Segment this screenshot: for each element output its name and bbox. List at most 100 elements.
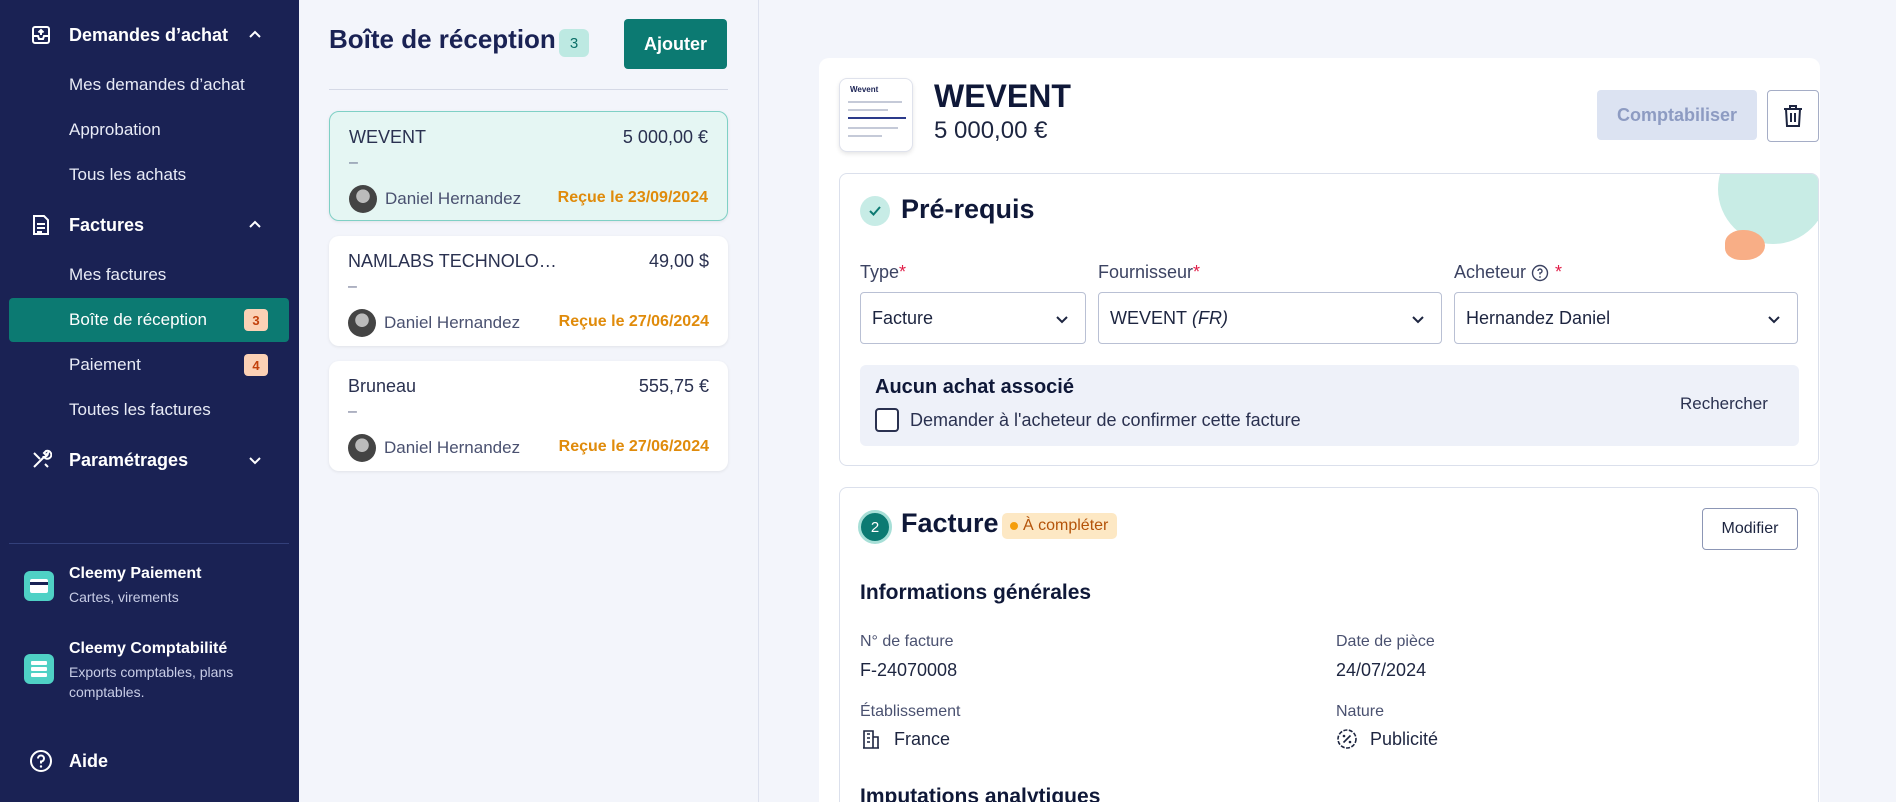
thumbnail-line — [848, 135, 882, 137]
received-status: Reçue le 27/06/2024 — [558, 313, 709, 330]
invoice-number-label: N° de facture — [860, 633, 954, 650]
invoice-card[interactable]: WEVENT 5 000,00 € – Daniel Hernandez Reç… — [329, 111, 728, 221]
product-title: Cleemy Comptabilité — [69, 640, 228, 657]
divider — [329, 89, 728, 90]
sidebar-item-all-invoices[interactable]: Toutes les factures — [9, 388, 289, 432]
invoice-amount: 5 000,00 € — [622, 127, 708, 147]
chevron-up-icon — [249, 30, 261, 38]
entity-value: France — [860, 728, 950, 750]
help-link[interactable]: Aide — [0, 739, 299, 783]
step-number: 2 — [858, 510, 892, 544]
info-icon[interactable] — [1531, 264, 1549, 282]
thumbnail-line — [848, 109, 888, 111]
nav-section-label: Demandes d’achat — [69, 24, 229, 45]
sidebar-item-label: Approbation — [69, 120, 161, 139]
trash-icon — [1784, 105, 1802, 127]
delete-button[interactable] — [1767, 90, 1819, 142]
sidebar-item-inbox[interactable]: Boîte de réception 3 — [9, 298, 289, 342]
sidebar: Demandes d’achat Mes demandes d’achat Ap… — [0, 0, 299, 802]
supplier-name: Bruneau — [348, 376, 417, 396]
status-badge: À compléter — [1002, 513, 1118, 539]
invoice-total: 5 000,00 € — [934, 117, 1048, 144]
invoice-section: 2 Facture À compléter Modifier Informati… — [839, 487, 1819, 802]
document-date-label: Date de pièce — [1336, 633, 1435, 650]
nav-section-settings[interactable]: Paramétrages — [0, 438, 299, 482]
nav-section-invoices[interactable]: Factures — [0, 203, 299, 247]
thumbnail-line — [848, 127, 898, 129]
post-button[interactable]: Comptabiliser — [1597, 90, 1757, 140]
document-thumbnail[interactable]: Wevent — [839, 78, 913, 152]
type-select[interactable]: Facture — [860, 292, 1086, 344]
decorative-shape — [1725, 230, 1765, 260]
help-label: Aide — [69, 750, 109, 771]
search-purchase-button[interactable]: Rechercher — [1680, 394, 1768, 414]
entity-label: Établissement — [860, 703, 961, 720]
buyer-value: Hernandez Daniel — [1466, 307, 1611, 328]
count-badge: 3 — [244, 309, 268, 331]
sidebar-item-my-invoices[interactable]: Mes factures — [9, 253, 289, 297]
status-dot — [1010, 522, 1018, 530]
user-name: Daniel Hernandez — [384, 438, 521, 457]
chevron-down-icon — [1768, 316, 1780, 324]
sidebar-divider — [9, 543, 289, 544]
invoice-amount: 49,00 $ — [648, 251, 709, 271]
inbox-panel: Boîte de réception 3 Ajouter WEVENT 5 00… — [299, 0, 759, 802]
sidebar-item-payment[interactable]: Paiement 4 — [9, 343, 289, 387]
invoice-reference: – — [348, 403, 357, 420]
sidebar-item-approval[interactable]: Approbation — [9, 108, 289, 152]
user-name: Daniel Hernandez — [384, 313, 521, 332]
invoice-detail-panel: Wevent WEVENT 5 000,00 € Comptabiliser P… — [819, 58, 1820, 802]
tools-icon — [29, 448, 53, 472]
nav-section-label: Factures — [69, 214, 145, 235]
buyer-label: Acheteur * — [1454, 262, 1563, 282]
supplier-select[interactable]: WEVENT (FR) — [1098, 292, 1442, 344]
section-title: Pré-requis — [901, 194, 1035, 224]
invoice-card[interactable]: NAMLABS TECHNOLOGIES 49,00 $ – Daniel He… — [329, 236, 728, 346]
chevron-down-icon — [1056, 316, 1068, 324]
user-name: Daniel Hernandez — [385, 189, 522, 208]
supplier-name: NAMLABS TECHNOLOGIES — [348, 251, 558, 271]
no-purchase-title: Aucun achat associé — [875, 376, 1074, 398]
sidebar-item-label: Boîte de réception — [69, 310, 207, 329]
analytics-heading: Imputations analytiques — [860, 785, 1101, 802]
supplier-country: (FR) — [1192, 307, 1229, 328]
buyer-select[interactable]: Hernandez Daniel — [1454, 292, 1798, 344]
product-title: Cleemy Paiement — [69, 565, 202, 582]
confirm-checkbox[interactable] — [875, 408, 899, 432]
invoice-amount: 555,75 € — [638, 376, 709, 396]
supplier-label: Fournisseur* — [1098, 262, 1201, 282]
inbox-count-badge: 3 — [559, 29, 589, 57]
sidebar-item-my-purchase-requests[interactable]: Mes demandes d’achat — [9, 63, 289, 107]
sidebar-item-label: Paiement — [69, 355, 141, 374]
received-status: Reçue le 27/06/2024 — [558, 438, 709, 455]
thumbnail-logo: Wevent — [850, 85, 879, 94]
section-title: Facture — [901, 508, 999, 538]
add-button[interactable]: Ajouter — [624, 19, 727, 69]
supplier-value: WEVENT — [1110, 307, 1188, 328]
thumbnail-line — [848, 117, 906, 119]
product-subtitle: Exports comptables, plans comptables. — [69, 664, 234, 700]
nav-section-label: Paramétrages — [69, 449, 189, 470]
discount-badge-icon — [1336, 728, 1358, 750]
building-icon — [860, 728, 882, 750]
type-value: Facture — [872, 307, 934, 328]
credit-card-icon — [24, 571, 54, 601]
edit-button[interactable]: Modifier — [1702, 508, 1798, 550]
sidebar-item-all-purchases[interactable]: Tous les achats — [9, 153, 289, 197]
document-date-value: 24/07/2024 — [1336, 660, 1427, 680]
prerequisites-section: Pré-requis Type* Facture Fournisseur* WE… — [839, 173, 1819, 466]
thumbnail-line — [848, 101, 902, 103]
help-circle-icon — [29, 749, 53, 773]
chevron-up-icon — [249, 220, 261, 228]
invoice-card[interactable]: Bruneau 555,75 € – Daniel Hernandez Reçu… — [329, 361, 728, 471]
ledger-icon — [24, 654, 54, 684]
sidebar-item-label: Mes demandes d’achat — [69, 75, 245, 94]
invoice-number-value: F-24070008 — [860, 660, 958, 680]
sidebar-item-label: Mes factures — [69, 265, 167, 284]
nav-section-purchase-requests[interactable]: Demandes d’achat — [0, 13, 299, 57]
supplier-title: WEVENT — [934, 78, 1071, 114]
page-title: Boîte de réception — [329, 24, 556, 54]
confirm-checkbox-label[interactable]: Demander à l'acheteur de confirmer cette… — [910, 410, 1301, 431]
chevron-down-icon — [1412, 316, 1424, 324]
type-label: Type* — [860, 262, 907, 282]
